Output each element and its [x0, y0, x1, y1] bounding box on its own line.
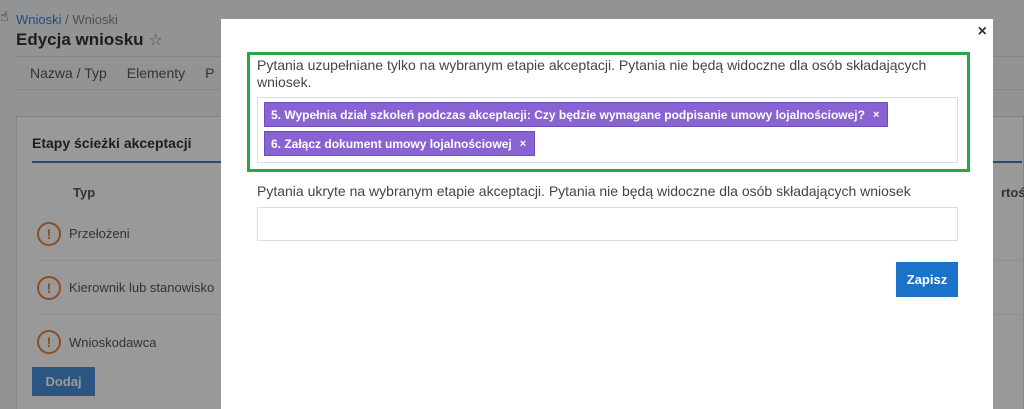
visible-questions-label: Pytania uzupełniane tylko na wybranym et…: [257, 57, 927, 90]
question-tag: 5. Wypełnia dział szkoleń podczas akcept…: [264, 102, 889, 127]
tag-remove-icon[interactable]: ×: [520, 138, 526, 150]
hidden-questions-multiselect[interactable]: [257, 207, 958, 241]
hidden-questions-label: Pytania ukryte na wybranym etapie akcept…: [257, 183, 911, 199]
close-icon[interactable]: ×: [978, 23, 987, 41]
save-button[interactable]: Zapisz: [896, 262, 958, 297]
tag-remove-icon[interactable]: ×: [873, 109, 879, 121]
modal-dialog: × Pytania uzupełniane tylko na wybranym …: [221, 19, 993, 409]
visible-questions-multiselect[interactable]: 5. Wypełnia dział szkoleń podczas akcept…: [257, 97, 958, 163]
question-tag: 6. Załącz dokument umowy lojalnościowej …: [264, 131, 536, 156]
